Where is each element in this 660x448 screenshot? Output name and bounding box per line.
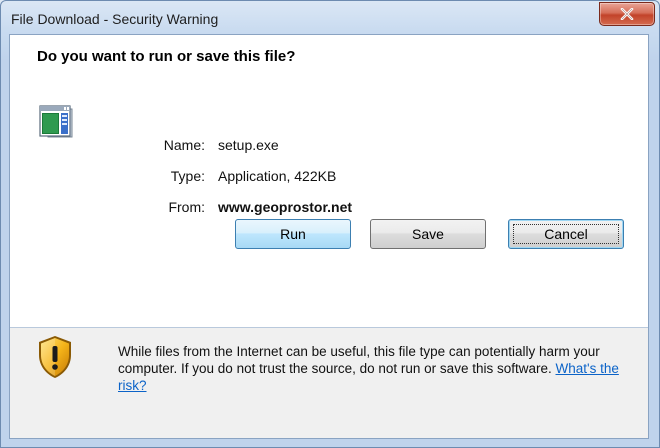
shield-warning-icon xyxy=(39,336,71,378)
warning-text: While files from the Internet can be use… xyxy=(118,344,600,376)
name-value: setup.exe xyxy=(218,137,279,153)
save-button[interactable]: Save xyxy=(370,219,486,249)
save-button-label: Save xyxy=(412,226,444,242)
run-button-label: Run xyxy=(280,226,306,242)
name-label: Name: xyxy=(163,137,205,153)
focus-rectangle xyxy=(513,224,619,244)
from-value: www.geoprostor.net xyxy=(218,199,353,215)
title-bar[interactable]: File Download - Security Warning xyxy=(1,1,659,35)
window-title: File Download - Security Warning xyxy=(11,11,219,27)
close-icon xyxy=(620,8,634,20)
from-label: From: xyxy=(168,199,205,215)
cancel-button[interactable]: Cancel xyxy=(508,219,624,249)
close-button[interactable] xyxy=(599,2,655,26)
run-button[interactable]: Run xyxy=(235,219,351,249)
application-window-icon xyxy=(39,105,73,138)
warning-message: While files from the Internet can be use… xyxy=(118,343,638,394)
type-value: Application, 422KB xyxy=(218,168,337,184)
type-label: Type: xyxy=(170,168,205,184)
dialog-heading: Do you want to run or save this file? xyxy=(37,48,296,65)
